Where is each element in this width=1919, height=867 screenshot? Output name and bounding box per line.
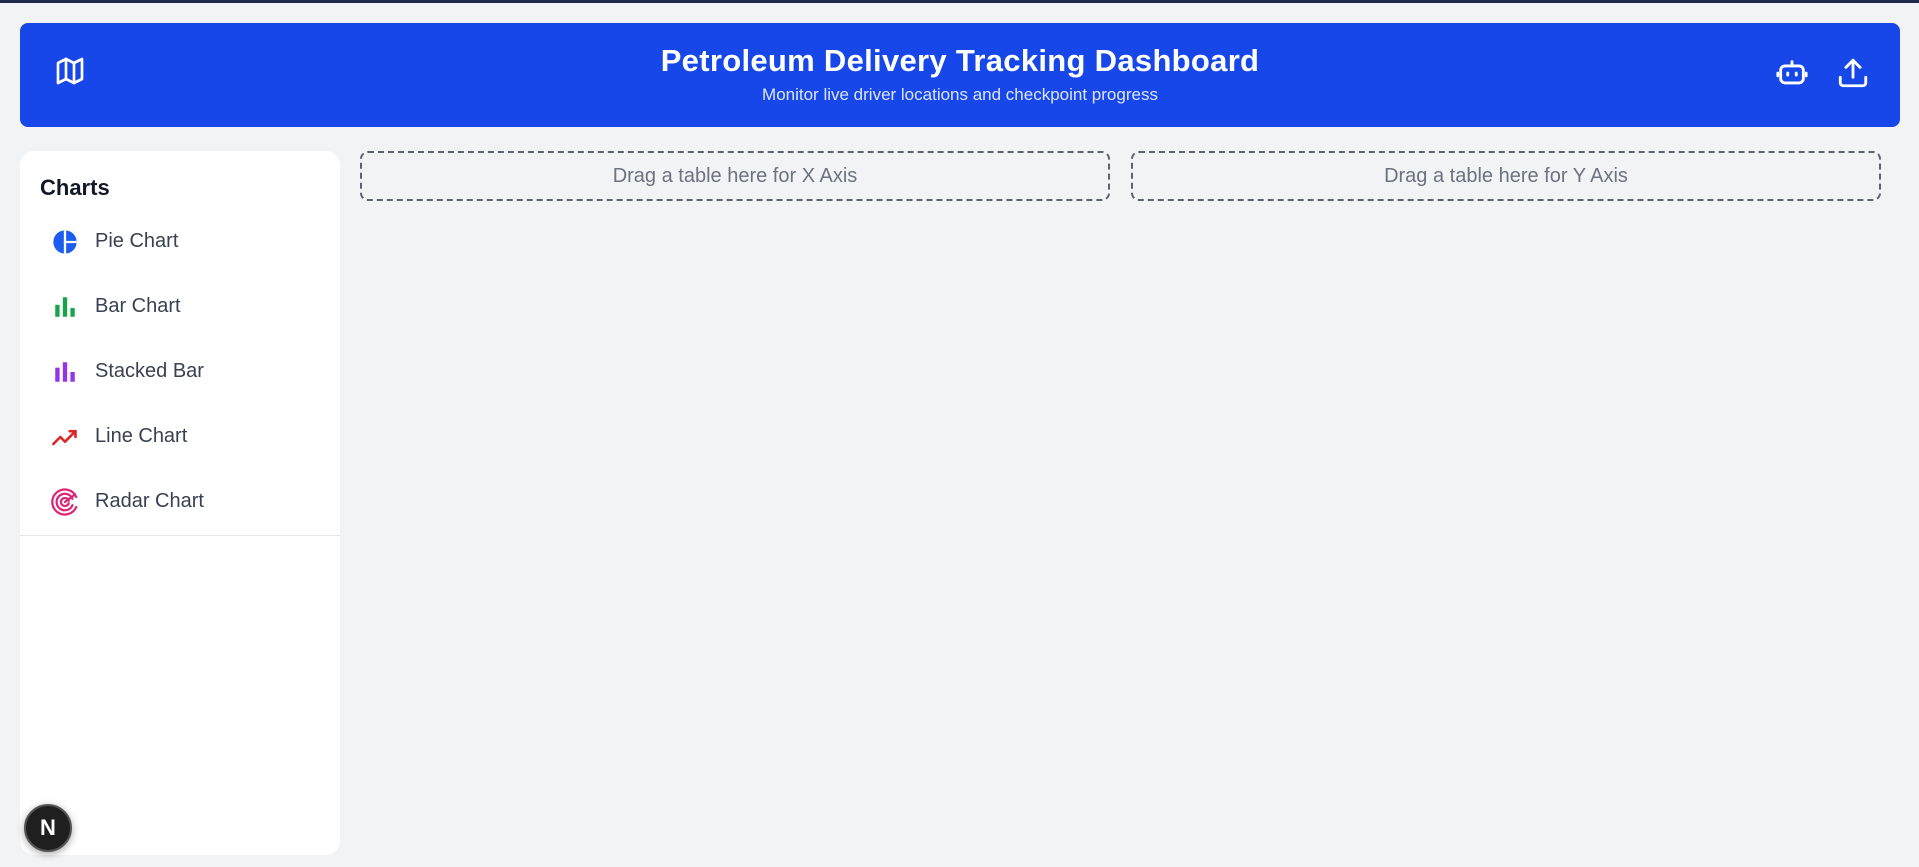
sidebar-item-label: Line Chart: [95, 425, 188, 447]
pie-chart-icon: [50, 227, 80, 257]
sidebar-item-bar-chart[interactable]: Bar Chart: [20, 274, 340, 339]
sidebar-item-pie-chart[interactable]: Pie Chart: [20, 209, 340, 274]
badge-letter: N: [40, 815, 56, 840]
charts-sidebar: Charts Pie Chart Bar Chart Stacked Bar L…: [20, 151, 340, 855]
sidebar-item-label: Radar Chart: [95, 490, 204, 512]
upload-icon: [1836, 56, 1870, 95]
framework-badge-button[interactable]: N: [24, 804, 72, 852]
stacked-bar-icon: [50, 357, 80, 387]
sidebar-item-label: Bar Chart: [95, 295, 181, 317]
page-subtitle: Monitor live driver locations and checkp…: [762, 85, 1158, 104]
sidebar-item-line-chart[interactable]: Line Chart: [20, 404, 340, 469]
bar-chart-icon: [50, 292, 80, 322]
app-header: Petroleum Delivery Tracking Dashboard Mo…: [20, 23, 1900, 127]
sidebar-item-label: Pie Chart: [95, 230, 179, 252]
sidebar-divider: [20, 535, 340, 536]
page-title: Petroleum Delivery Tracking Dashboard: [660, 43, 1260, 78]
sidebar-heading: Charts: [40, 175, 110, 200]
bot-icon: [1775, 56, 1809, 95]
line-chart-icon: [50, 422, 80, 452]
chart-type-list: Pie Chart Bar Chart Stacked Bar Line Cha…: [20, 209, 340, 534]
x-axis-dropzone[interactable]: Drag a table here for X Axis: [360, 151, 1110, 201]
y-axis-dropzone[interactable]: Drag a table here for Y Axis: [1131, 151, 1881, 201]
sidebar-item-label: Stacked Bar: [95, 360, 204, 382]
assistant-button[interactable]: [1772, 55, 1812, 95]
radar-chart-icon: [50, 487, 80, 517]
sidebar-item-stacked-bar[interactable]: Stacked Bar: [20, 339, 340, 404]
header-title-group: Petroleum Delivery Tracking Dashboard Mo…: [20, 43, 1900, 105]
upload-button[interactable]: [1833, 55, 1873, 95]
sidebar-item-radar-chart[interactable]: Radar Chart: [20, 469, 340, 534]
